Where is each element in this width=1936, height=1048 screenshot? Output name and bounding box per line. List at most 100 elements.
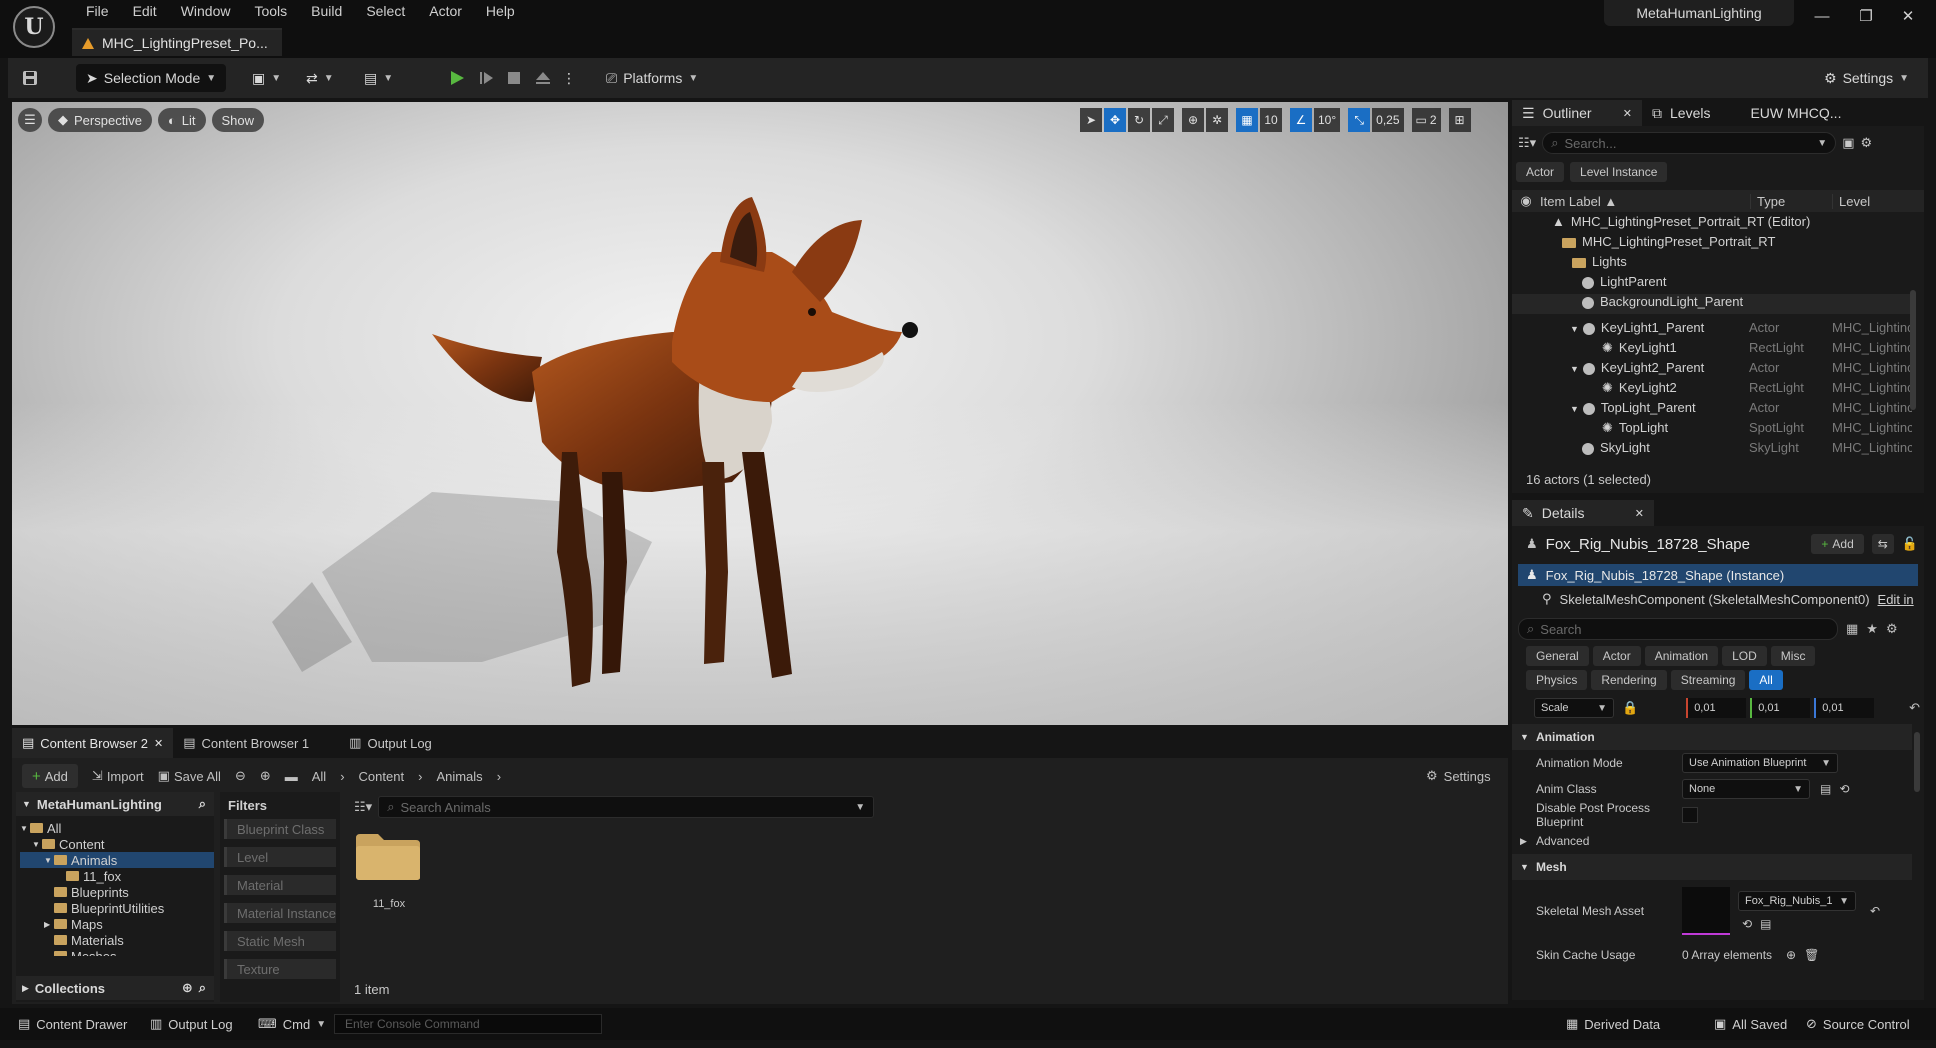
outliner-row[interactable]: ▼ KeyLight2_Parent Actor MHC_Lightinc	[1512, 360, 1912, 380]
source-control-button[interactable]: ⊘ Source Control	[1806, 1008, 1910, 1040]
tab-content-browser-2[interactable]: ▤ Content Browser 2 ✕	[12, 728, 174, 758]
tree-arrow-icon[interactable]: ▼	[20, 824, 30, 833]
chevron-right-icon[interactable]: ›	[418, 769, 422, 784]
outliner-row[interactable]: ✺ TopLight SpotLight MHC_Lightinc	[1512, 420, 1912, 440]
show-button[interactable]: Show	[211, 108, 265, 132]
use-selected-icon[interactable]: ⟲	[1839, 782, 1849, 796]
table-view-icon[interactable]: ▦	[1846, 621, 1858, 637]
lock-icon[interactable]: 🔒	[1622, 700, 1638, 716]
add-element-icon[interactable]: ⊕	[1786, 948, 1796, 962]
folder-icon[interactable]: ▬	[285, 769, 298, 784]
folder-tree-item[interactable]: ▼ Animals	[20, 852, 214, 868]
unreal-logo-icon[interactable]: U	[13, 6, 55, 48]
add-component-button[interactable]: + Add	[1811, 534, 1864, 554]
outliner-row[interactable]: SkyLight SkyLight MHC_Lightinc	[1512, 440, 1912, 460]
document-tab[interactable]: MHC_LightingPreset_Po...	[72, 28, 282, 56]
details-filter-physics[interactable]: Physics	[1526, 670, 1588, 690]
menu-item-build[interactable]: Build	[299, 3, 354, 20]
blueprint-convert-icon[interactable]: ⇆	[1871, 534, 1894, 554]
outliner-row[interactable]: ▼ TopLight_Parent Actor MHC_Lightinc	[1512, 400, 1912, 420]
cinematics-button[interactable]: ▤ ▼	[364, 64, 393, 92]
skeletal-mesh-dropdown[interactable]: Fox_Rig_Nubis_1 ▼	[1738, 891, 1856, 911]
anim-class-dropdown[interactable]: None ▼	[1682, 779, 1810, 799]
import-button[interactable]: ⇲ Import	[92, 768, 144, 784]
menu-item-help[interactable]: Help	[474, 3, 527, 20]
lock-icon[interactable]: 🔓	[1902, 536, 1918, 552]
grid-snap-toggle[interactable]: ▦	[1236, 108, 1258, 132]
close-icon[interactable]: ✕	[1635, 507, 1644, 520]
details-filter-lod[interactable]: LOD	[1722, 646, 1767, 666]
menu-item-file[interactable]: File	[74, 3, 121, 20]
stop-button[interactable]	[506, 64, 522, 92]
outliner-scrollbar[interactable]	[1910, 290, 1916, 410]
platforms-dropdown[interactable]: ⎚ Platforms ▼	[606, 64, 698, 92]
outliner-chip-0[interactable]: Actor	[1516, 162, 1565, 182]
layout-icon[interactable]: ⊞	[1448, 108, 1471, 132]
advanced-row[interactable]: ▶ Advanced	[1512, 828, 1912, 854]
details-filter-actor[interactable]: Actor	[1592, 646, 1641, 666]
edit-in-link[interactable]: Edit in	[1878, 592, 1914, 607]
tree-arrow-icon[interactable]: ▼	[44, 856, 54, 865]
eye-icon[interactable]: ◉	[1512, 193, 1540, 209]
save-all-button[interactable]: ▣ Save All	[158, 768, 221, 784]
scale-icon[interactable]: ⤢	[1152, 108, 1174, 132]
menu-item-edit[interactable]: Edit	[121, 3, 169, 20]
add-button[interactable]: + Add	[22, 764, 78, 788]
perspective-button[interactable]: ◆ Perspective	[48, 108, 152, 132]
tab-output-log[interactable]: ▥ Output Log	[339, 728, 442, 758]
more-options-icon[interactable]: ⋮	[562, 64, 576, 92]
minimize-button[interactable]: —	[1802, 0, 1842, 32]
advance-frame-button[interactable]	[478, 64, 496, 92]
all-saved-button[interactable]: ▣ All Saved	[1714, 1008, 1787, 1040]
outliner-row[interactable]: MHC_LightingPreset_Portrait_RT	[1512, 234, 1912, 254]
breadcrumb-item-animals[interactable]: Animals	[436, 769, 482, 784]
details-filter-animation[interactable]: Animation	[1644, 646, 1719, 666]
eject-button[interactable]	[534, 64, 552, 92]
folder-tree-item[interactable]: ▶ Maps	[20, 916, 214, 932]
column-level[interactable]: Level	[1832, 193, 1870, 209]
play-button[interactable]	[448, 64, 466, 92]
chevron-down-icon[interactable]: ▼	[1570, 324, 1579, 334]
details-filter-misc[interactable]: Misc	[1770, 646, 1816, 666]
filter-item[interactable]: Level	[224, 847, 336, 867]
folder-tree-item[interactable]: ▼ Content	[20, 836, 214, 852]
breadcrumb-item-content[interactable]: Content	[359, 769, 405, 784]
column-item-label[interactable]: Item Label ▲	[1540, 194, 1750, 209]
search-icon[interactable]: ⌕	[199, 980, 206, 996]
chevron-right-icon[interactable]: ›	[497, 769, 501, 784]
close-icon[interactable]: ✕	[1623, 107, 1632, 120]
details-search-input[interactable]: ⌕ Search	[1518, 618, 1838, 640]
content-drawer-button[interactable]: ▤ Content Drawer	[18, 1008, 127, 1040]
folder-tree-item[interactable]: Blueprints	[20, 884, 214, 900]
details-filter-rendering[interactable]: Rendering	[1591, 670, 1667, 690]
reset-arrow-icon[interactable]: ↶	[1870, 904, 1880, 918]
fox-model[interactable]	[12, 102, 1508, 725]
scale-dropdown[interactable]: Scale ▼	[1534, 698, 1614, 718]
angle-snap-toggle[interactable]: ∠	[1290, 108, 1312, 132]
chevron-down-icon[interactable]: ▼	[1570, 404, 1579, 414]
menu-item-tools[interactable]: Tools	[242, 3, 299, 20]
add-content-button[interactable]: ▣ ▼	[252, 64, 281, 92]
menu-item-window[interactable]: Window	[169, 3, 243, 20]
filter-item[interactable]: Texture	[224, 959, 336, 979]
animation-section-header[interactable]: ▼ Animation	[1512, 724, 1912, 750]
menu-item-actor[interactable]: Actor	[417, 3, 474, 20]
scale-x-input[interactable]: 0,01	[1686, 698, 1747, 718]
component-instance-row[interactable]: ♟ Fox_Rig_Nubis_18728_Shape (Instance)	[1518, 564, 1918, 586]
viewport-menu-icon[interactable]: ☰	[18, 108, 42, 132]
trash-icon[interactable]: 🗑	[1804, 948, 1819, 962]
project-root-row[interactable]: ▼ MetaHumanLighting ⌕	[16, 792, 214, 816]
star-icon[interactable]: ★	[1866, 621, 1878, 637]
tree-arrow-icon[interactable]: ▼	[32, 840, 42, 849]
asset-search-input[interactable]: ⌕ Search Animals ▼	[378, 796, 875, 818]
folder-tree-item[interactable]: Meshes	[20, 948, 214, 956]
scale-y-input[interactable]: 0,01	[1750, 698, 1811, 718]
filter-item[interactable]: Material	[224, 875, 336, 895]
forward-icon[interactable]: ⊕	[260, 768, 271, 784]
tab-levels[interactable]: ⧉ Levels	[1642, 100, 1720, 126]
surface-snap-icon[interactable]: ✲	[1206, 108, 1228, 132]
column-type[interactable]: Type	[1750, 193, 1832, 209]
content-browser-settings[interactable]: ⚙ Settings	[1426, 764, 1491, 788]
folder-tree-item[interactable]: ▼ All	[20, 820, 214, 836]
settings-dropdown[interactable]: ⚙ Settings ▼	[1824, 64, 1909, 92]
